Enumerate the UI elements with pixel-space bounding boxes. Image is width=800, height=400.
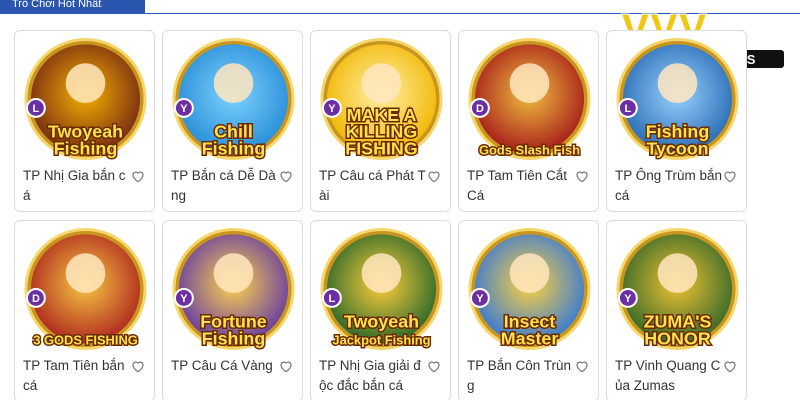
game-thumbnail[interactable]: Gods Slash Fish D — [465, 35, 594, 165]
game-character-illustration — [65, 63, 106, 103]
game-card[interactable]: 3 GODS FISHING D TP Tam Tiên bắn cá — [14, 220, 155, 400]
provider-badge-letter: Y — [180, 293, 188, 305]
game-character-illustration — [213, 253, 254, 293]
game-card[interactable]: Insect Master Y TP Bắn Côn Trùng — [458, 220, 599, 400]
game-name[interactable]: TP Bắn cá Dễ Dàng — [171, 166, 279, 206]
heart-outline-icon[interactable] — [426, 358, 442, 374]
heart-outline-icon[interactable] — [722, 358, 738, 374]
game-card[interactable]: MAKE A KILLING FISHING Y TP Câu cá Phát Tài — [310, 30, 451, 212]
game-character-illustration — [657, 63, 698, 103]
section-title-tab[interactable]: Trò Chơi Hot Nhất — [0, 0, 145, 14]
heart-outline-icon[interactable] — [574, 168, 590, 184]
heart-outline-icon[interactable] — [426, 168, 442, 184]
game-card[interactable]: Twoyeah Fishing L TP Nhị Gia bắn cá — [14, 30, 155, 212]
game-card[interactable]: Chill Fishing Y TP Bắn cá Dễ Dàng — [162, 30, 303, 212]
game-name[interactable]: TP Bắn Côn Trùng — [467, 356, 575, 396]
game-thumbnail[interactable]: Twoyeah Fishing L — [21, 35, 150, 165]
game-character-illustration — [361, 63, 402, 103]
game-art-title: Gods Slash Fish — [479, 143, 580, 158]
game-name[interactable]: TP Nhị Gia bắn cá — [23, 166, 131, 206]
game-art-title: HONOR — [644, 329, 711, 349]
game-art-title: Twoyeah — [344, 312, 419, 332]
game-name[interactable]: TP Tam Tiên bắn cá — [23, 356, 131, 396]
game-art-title: Master — [501, 329, 559, 349]
game-character-illustration — [213, 63, 254, 103]
game-thumbnail[interactable]: Insect Master Y — [465, 225, 594, 355]
game-thumbnail[interactable]: MAKE A KILLING FISHING Y — [317, 35, 446, 165]
game-art-title: Fishing — [202, 139, 266, 159]
game-thumbnail[interactable]: ZUMA'S HONOR Y — [613, 225, 742, 355]
heart-outline-icon[interactable] — [574, 358, 590, 374]
game-name[interactable]: TP Nhị Gia giải độc đắc bắn cá — [319, 356, 427, 396]
game-character-illustration — [509, 253, 550, 293]
game-art-title: Tycoon — [646, 139, 708, 159]
provider-badge-letter: D — [32, 293, 40, 305]
game-art-title: 3 GODS FISHING — [33, 333, 138, 348]
provider-badge-letter: Y — [328, 103, 336, 115]
heart-outline-icon[interactable] — [278, 358, 294, 374]
heart-outline-icon[interactable] — [278, 168, 294, 184]
game-character-illustration — [509, 63, 550, 103]
provider-badge-letter: Y — [476, 293, 484, 305]
heart-outline-icon[interactable] — [130, 358, 146, 374]
game-card[interactable]: Fishing Tycoon L TP Ông Trùm bắn cá — [606, 30, 747, 212]
game-art-title: Jackpot Fishing — [332, 333, 430, 348]
provider-badge-letter: L — [33, 103, 40, 115]
game-card[interactable]: ZUMA'S HONOR Y TP Vinh Quang Của Zumas — [606, 220, 747, 400]
game-character-illustration — [657, 253, 698, 293]
game-character-illustration — [65, 253, 106, 293]
game-thumbnail[interactable]: Fortune Fishing Y — [169, 225, 298, 355]
game-thumbnail[interactable]: Chill Fishing Y — [169, 35, 298, 165]
provider-badge-letter: Y — [624, 293, 632, 305]
game-name[interactable]: TP Tam Tiên Cắt Cá — [467, 166, 575, 206]
game-art-title: FISHING — [345, 139, 417, 159]
game-art-title: Fishing — [54, 139, 118, 159]
heart-outline-icon[interactable] — [722, 168, 738, 184]
game-card[interactable]: Twoyeah Jackpot Fishing L TP Nhị Gia giải đ… — [310, 220, 451, 400]
game-name[interactable]: TP Vinh Quang Của Zumas — [615, 356, 723, 396]
game-card[interactable]: Gods Slash Fish D TP Tam Tiên Cắt Cá — [458, 30, 599, 212]
game-character-illustration — [361, 253, 402, 293]
provider-badge-letter: L — [625, 103, 632, 115]
game-name[interactable]: TP Ông Trùm bắn cá — [615, 166, 723, 206]
provider-badge-letter: D — [476, 103, 484, 115]
game-thumbnail[interactable]: 3 GODS FISHING D — [21, 225, 150, 355]
game-name[interactable]: TP Câu cá Phát Tài — [319, 166, 427, 206]
game-art-title: Fishing — [202, 329, 266, 349]
game-card[interactable]: Fortune Fishing Y TP Câu Cá Vàng — [162, 220, 303, 400]
heart-outline-icon[interactable] — [130, 168, 146, 184]
provider-badge-letter: L — [329, 293, 336, 305]
game-thumbnail[interactable]: Twoyeah Jackpot Fishing L — [317, 225, 446, 355]
game-thumbnail[interactable]: Fishing Tycoon L — [613, 35, 742, 165]
game-name[interactable]: TP Câu Cá Vàng — [171, 356, 279, 376]
provider-badge-letter: Y — [180, 103, 188, 115]
